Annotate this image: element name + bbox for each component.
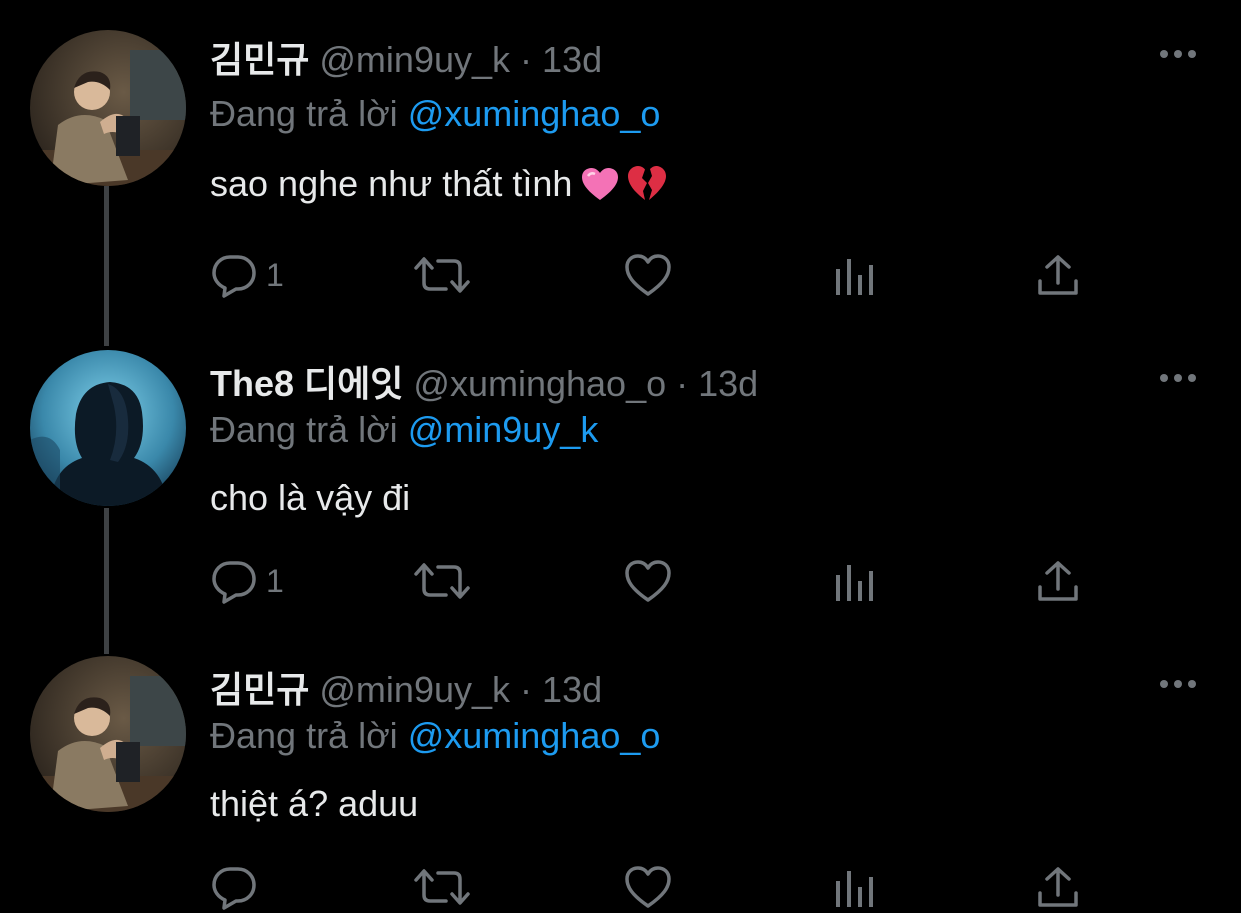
analytics-icon: [834, 253, 876, 297]
share-button[interactable]: [1036, 250, 1080, 300]
more-icon[interactable]: [1156, 676, 1200, 692]
tweet-actions: 1: [210, 556, 1110, 606]
retweet-icon: [414, 253, 470, 297]
heart-icon: [624, 559, 672, 603]
tweet-header: 김민규 @min9uy_k · 13d: [210, 668, 602, 712]
replying-to-label: Đang trả lời: [210, 409, 398, 450]
retweet-icon: [414, 865, 470, 909]
replying-to-label: Đang trả lời: [210, 715, 398, 756]
tweet-actions: 1: [210, 250, 1110, 300]
analytics-icon: [834, 865, 876, 909]
reply-thread: 김민규 @min9uy_k · 13d Đang trả lời @xuming…: [0, 0, 1241, 913]
display-name[interactable]: 김민규: [210, 39, 309, 80]
like-button[interactable]: [624, 862, 672, 912]
tweet-text: thiệt á? aduu: [210, 782, 418, 826]
tweet-header: The8 디에잇 @xuminghao_o · 13d: [210, 362, 758, 406]
timestamp[interactable]: 13d: [542, 39, 602, 80]
mention-link[interactable]: @xuminghao_o: [408, 93, 661, 134]
replying-to-label: Đang trả lời: [210, 93, 398, 134]
user-handle[interactable]: @min9uy_k: [319, 669, 510, 710]
analytics-icon: [834, 559, 876, 603]
retweet-button[interactable]: [414, 862, 470, 912]
timestamp[interactable]: 13d: [698, 363, 758, 404]
display-name[interactable]: 김민규: [210, 669, 309, 710]
separator: ·: [676, 363, 689, 404]
retweet-button[interactable]: [414, 556, 470, 606]
reply-button[interactable]: [210, 862, 266, 912]
heart-pulse-emoji: [582, 168, 619, 212]
replying-to: Đang trả lời @min9uy_k: [210, 408, 598, 452]
tweet[interactable]: 김민규 @min9uy_k · 13d Đang trả lời @xuming…: [0, 30, 1241, 312]
tweet-text-content: cho là vậy đi: [210, 477, 411, 518]
broken-heart-emoji: [628, 166, 667, 212]
share-icon: [1036, 865, 1080, 909]
reply-count: 1: [266, 256, 284, 293]
mention-link[interactable]: @min9uy_k: [408, 409, 599, 450]
retweet-icon: [414, 559, 470, 603]
reply-count: 1: [266, 562, 284, 599]
views-button[interactable]: [834, 250, 876, 300]
views-button[interactable]: [834, 556, 876, 606]
avatar[interactable]: [30, 656, 186, 812]
replying-to: Đang trả lời @xuminghao_o: [210, 714, 660, 758]
tweet-text: cho là vậy đi: [210, 476, 410, 520]
tweet-header: 김민규 @min9uy_k · 13d: [210, 38, 602, 82]
more-icon[interactable]: [1156, 370, 1200, 386]
more-icon[interactable]: [1156, 46, 1200, 62]
tweet[interactable]: The8 디에잇 @xuminghao_o · 13d Đang trả lời…: [0, 350, 1241, 636]
tweet-text-content: sao nghe như thất tình: [210, 163, 573, 204]
tweet-text: sao nghe như thất tình: [210, 162, 667, 212]
replying-to: Đang trả lời @xuminghao_o: [210, 92, 660, 136]
retweet-button[interactable]: [414, 250, 470, 300]
like-button[interactable]: [624, 250, 672, 300]
tweet-actions: [210, 862, 1110, 912]
share-button[interactable]: [1036, 556, 1080, 606]
reply-button[interactable]: 1: [210, 250, 284, 300]
heart-icon: [624, 865, 672, 909]
reply-button[interactable]: 1: [210, 556, 284, 606]
reply-icon: [210, 863, 258, 911]
views-button[interactable]: [834, 862, 876, 912]
share-icon: [1036, 559, 1080, 603]
separator: ·: [520, 669, 533, 710]
user-handle[interactable]: @min9uy_k: [319, 39, 510, 80]
tweet[interactable]: 김민규 @min9uy_k · 13d Đang trả lời @xuming…: [0, 656, 1241, 913]
mention-link[interactable]: @xuminghao_o: [408, 715, 661, 756]
timestamp[interactable]: 13d: [542, 669, 602, 710]
user-handle[interactable]: @xuminghao_o: [413, 363, 666, 404]
reply-icon: [210, 557, 258, 605]
share-icon: [1036, 253, 1080, 297]
reply-icon: [210, 251, 258, 299]
display-name[interactable]: The8 디에잇: [210, 363, 403, 404]
like-button[interactable]: [624, 556, 672, 606]
heart-icon: [624, 253, 672, 297]
separator: ·: [520, 39, 533, 80]
share-button[interactable]: [1036, 862, 1080, 912]
avatar[interactable]: [30, 30, 186, 186]
avatar[interactable]: [30, 350, 186, 506]
tweet-text-content: thiệt á? aduu: [210, 783, 419, 824]
